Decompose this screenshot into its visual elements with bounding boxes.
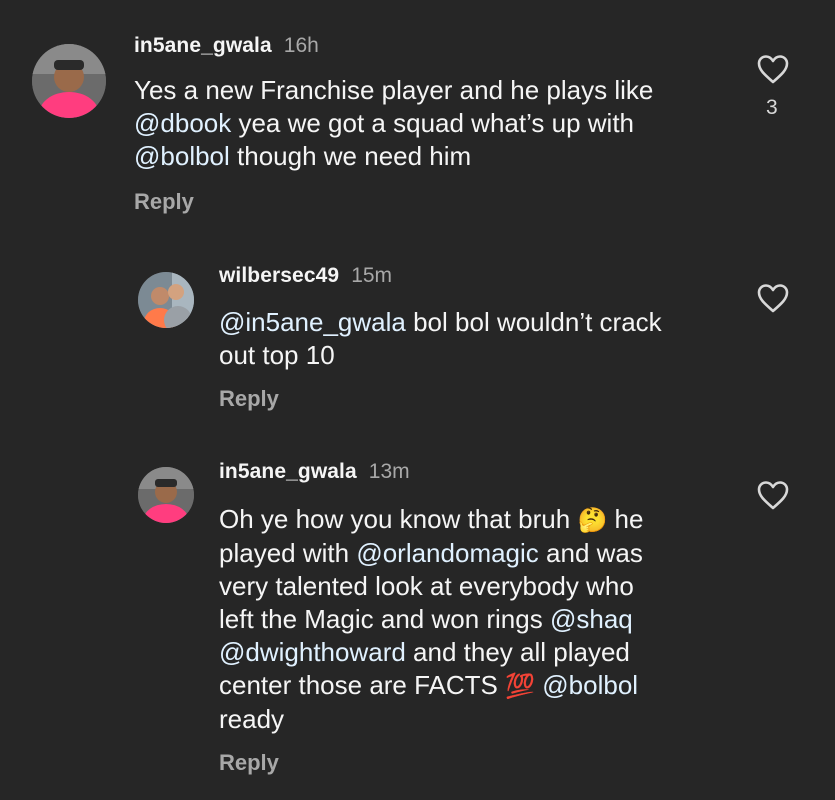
timestamp: 15m: [351, 264, 393, 287]
reply-button[interactable]: Reply: [134, 189, 194, 215]
username[interactable]: wilbersec49: [219, 264, 339, 287]
heart-outline-icon[interactable]: [757, 283, 789, 313]
comment-meta: wilbersec49 15m: [219, 264, 392, 288]
text-line: @in5ane_gwala bol bol wouldn’t crack: [219, 307, 662, 337]
avatar[interactable]: [138, 272, 194, 328]
mention-link[interactable]: @bolbol: [542, 670, 638, 700]
username[interactable]: in5ane_gwala: [219, 460, 357, 483]
text-line: @bolbol though we need him: [134, 141, 472, 171]
hundred-points-emoji: 💯: [505, 673, 536, 700]
mention-link[interactable]: @bolbol: [134, 141, 230, 171]
text-line: center those are FACTS 💯 @bolbol: [219, 670, 639, 700]
mention-link[interactable]: @shaq: [550, 604, 633, 634]
text-line: left the Magic and won rings @shaq: [219, 604, 633, 634]
like-count: 3: [766, 96, 778, 119]
avatar[interactable]: [32, 44, 106, 118]
comment-text: Oh ye how you know that bruh 🤔 he played…: [219, 503, 643, 736]
comment-text: Yes a new Franchise player and he plays …: [134, 74, 653, 173]
comment-text: @in5ane_gwala bol bol wouldn’t crack out…: [219, 306, 662, 372]
text-line: @dbook yea we got a squad what’s up with: [134, 108, 635, 138]
text-line: very talented look at everybody who: [219, 571, 634, 601]
thinking-face-emoji: 🤔: [577, 507, 608, 534]
text-line: Yes a new Franchise player and he plays …: [134, 75, 654, 105]
text-line: Oh ye how you know that bruh 🤔 he: [219, 504, 644, 534]
mention-link[interactable]: @dwighthoward: [219, 637, 406, 667]
mention-link[interactable]: @dbook: [134, 108, 231, 138]
heart-outline-icon[interactable]: [757, 54, 789, 84]
reply-button[interactable]: Reply: [219, 750, 279, 776]
text-line: @dwighthoward and they all played: [219, 637, 630, 667]
comment-meta: in5ane_gwala 16h: [134, 34, 319, 58]
text-line: played with @orlandomagic and was: [219, 538, 643, 568]
mention-link[interactable]: @in5ane_gwala: [219, 307, 406, 337]
comment-meta: in5ane_gwala 13m: [219, 460, 410, 484]
timestamp: 16h: [283, 34, 319, 57]
username[interactable]: in5ane_gwala: [134, 34, 272, 57]
mention-link[interactable]: @orlandomagic: [356, 538, 538, 568]
timestamp: 13m: [368, 460, 410, 483]
avatar[interactable]: [138, 467, 194, 523]
reply-button[interactable]: Reply: [219, 386, 279, 412]
text-line: ready: [219, 704, 285, 734]
text-line: out top 10: [219, 340, 335, 370]
heart-outline-icon[interactable]: [757, 480, 789, 510]
